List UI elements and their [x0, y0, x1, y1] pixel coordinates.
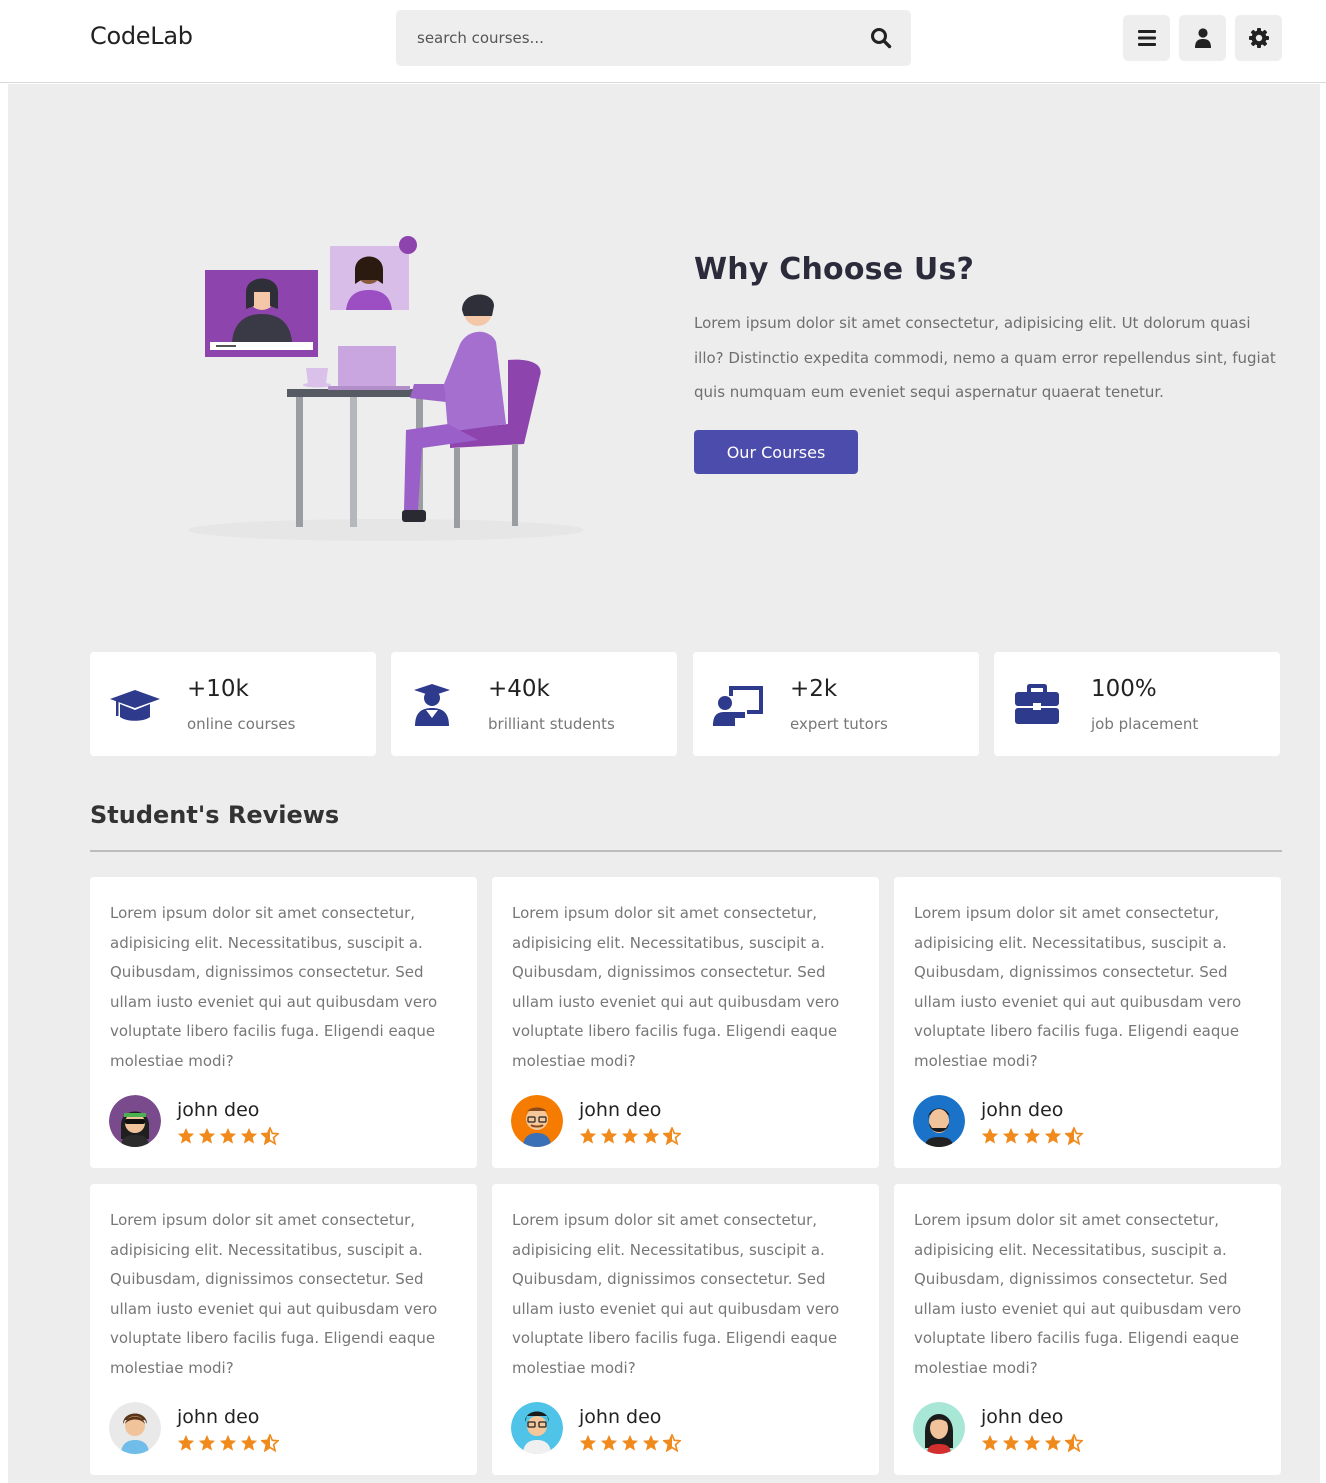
stat-label: expert tutors — [790, 715, 888, 733]
review-text: Lorem ipsum dolor sit amet consectetur, … — [512, 904, 840, 1070]
settings-button[interactable] — [1235, 15, 1282, 61]
star-icon — [198, 1434, 216, 1451]
star-icon — [219, 1127, 237, 1144]
stat-value: +10k — [187, 676, 249, 702]
hero-title: Why Choose Us? — [694, 252, 975, 287]
star-icon — [1002, 1127, 1020, 1144]
stat-value: 100% — [1091, 676, 1157, 702]
login-button[interactable] — [1179, 15, 1226, 61]
star-icon — [177, 1127, 195, 1144]
stat-label: job placement — [1091, 715, 1199, 733]
star-icon — [240, 1434, 258, 1451]
avatar — [109, 1095, 161, 1147]
star-icon — [981, 1127, 999, 1144]
search-icon[interactable] — [869, 26, 893, 50]
logo[interactable]: CodeLab — [90, 22, 193, 50]
avatar — [109, 1402, 161, 1454]
avatar — [511, 1095, 563, 1147]
star-half-icon — [663, 1434, 681, 1452]
star-icon — [579, 1434, 597, 1451]
star-icon — [1044, 1434, 1062, 1451]
menu-icon — [1137, 30, 1156, 46]
star-rating — [981, 1434, 1083, 1454]
stat-card-tutors: +2k expert tutors — [693, 652, 979, 756]
main-content: Why Choose Us? Lorem ipsum dolor sit ame… — [8, 84, 1320, 1483]
star-icon — [600, 1127, 618, 1144]
star-icon — [579, 1127, 597, 1144]
chalkboard-teacher-icon — [713, 686, 763, 726]
review-text: Lorem ipsum dolor sit amet consectetur, … — [110, 1211, 438, 1377]
star-rating — [579, 1127, 681, 1147]
reviews-heading: Student's Reviews — [90, 801, 340, 829]
review-text: Lorem ipsum dolor sit amet consectetur, … — [914, 1211, 1242, 1377]
star-rating — [981, 1127, 1083, 1147]
star-icon — [642, 1434, 660, 1451]
star-half-icon — [1065, 1127, 1083, 1145]
review-card: Lorem ipsum dolor sit amet consectetur, … — [894, 1184, 1281, 1475]
avatar — [913, 1095, 965, 1147]
star-icon — [240, 1127, 258, 1144]
top-navbar: CodeLab — [0, 0, 1326, 83]
user-graduate-icon — [414, 684, 450, 726]
reviewer-name: john deo — [579, 1099, 662, 1121]
reviewer-name: john deo — [579, 1406, 662, 1428]
star-icon — [1023, 1127, 1041, 1144]
stat-card-placement: 100% job placement — [994, 652, 1280, 756]
settings-icon — [1248, 28, 1269, 48]
review-text: Lorem ipsum dolor sit amet consectetur, … — [512, 1211, 840, 1377]
our-courses-button[interactable]: Our Courses — [694, 430, 858, 474]
star-icon — [1002, 1434, 1020, 1451]
star-icon — [981, 1434, 999, 1451]
star-icon — [642, 1127, 660, 1144]
stat-value: +40k — [488, 676, 550, 702]
search-input[interactable] — [396, 10, 856, 66]
star-rating — [177, 1434, 279, 1454]
user-icon — [1194, 28, 1211, 48]
star-half-icon — [261, 1127, 279, 1145]
stat-label: online courses — [187, 715, 296, 733]
star-icon — [177, 1434, 195, 1451]
avatar — [913, 1402, 965, 1454]
review-card: Lorem ipsum dolor sit amet consectetur, … — [492, 877, 879, 1168]
review-card: Lorem ipsum dolor sit amet consectetur, … — [90, 1184, 477, 1475]
star-icon — [198, 1127, 216, 1144]
star-half-icon — [663, 1127, 681, 1145]
graduation-cap-icon — [110, 690, 160, 721]
stat-card-students: +40k brilliant students — [391, 652, 677, 756]
briefcase-icon — [1015, 684, 1059, 724]
star-half-icon — [1065, 1434, 1083, 1452]
star-rating — [579, 1434, 681, 1454]
review-text: Lorem ipsum dolor sit amet consectetur, … — [110, 904, 438, 1070]
review-text: Lorem ipsum dolor sit amet consectetur, … — [914, 904, 1242, 1070]
review-card: Lorem ipsum dolor sit amet consectetur, … — [492, 1184, 879, 1475]
search-bar — [396, 10, 911, 66]
avatar — [511, 1402, 563, 1454]
stat-value: +2k — [790, 676, 838, 702]
reviewer-name: john deo — [981, 1099, 1064, 1121]
section-divider — [90, 850, 1282, 852]
reviewer-name: john deo — [177, 1406, 260, 1428]
menu-button[interactable] — [1123, 15, 1170, 61]
review-card: Lorem ipsum dolor sit amet consectetur, … — [90, 877, 477, 1168]
star-icon — [1023, 1434, 1041, 1451]
online-learning-illustration — [188, 236, 584, 541]
stat-label: brilliant students — [488, 715, 615, 733]
review-card: Lorem ipsum dolor sit amet consectetur, … — [894, 877, 1281, 1168]
star-icon — [621, 1434, 639, 1451]
star-icon — [219, 1434, 237, 1451]
stat-card-courses: +10k online courses — [90, 652, 376, 756]
star-icon — [621, 1127, 639, 1144]
reviewer-name: john deo — [981, 1406, 1064, 1428]
reviewer-name: john deo — [177, 1099, 260, 1121]
star-icon — [1044, 1127, 1062, 1144]
star-icon — [600, 1434, 618, 1451]
hero-description: Lorem ipsum dolor sit amet consectetur, … — [694, 314, 1276, 401]
star-half-icon — [261, 1434, 279, 1452]
star-rating — [177, 1127, 279, 1147]
